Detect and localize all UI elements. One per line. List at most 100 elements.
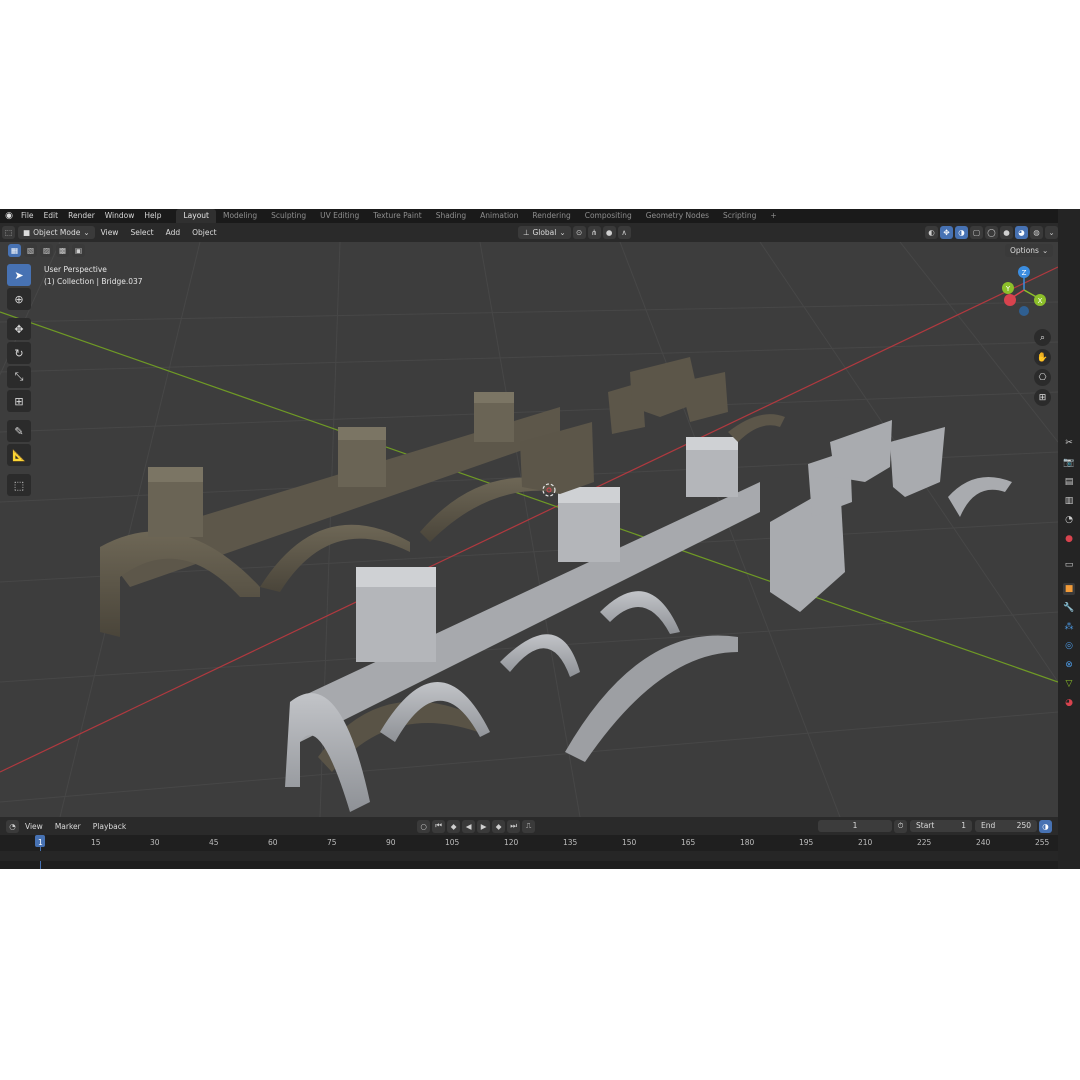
start-label: Start — [916, 821, 935, 830]
select-new-icon[interactable]: ▦ — [8, 244, 21, 257]
prev-keyframe-icon[interactable]: ◆ — [447, 819, 461, 833]
constraint-properties-icon[interactable]: ⊗ — [1063, 659, 1075, 671]
render-properties-icon[interactable]: 📷 — [1063, 457, 1075, 469]
zoom-icon[interactable]: ⌕ — [1034, 329, 1051, 346]
tab-texture-paint[interactable]: Texture Paint — [366, 209, 428, 223]
wireframe-shading-icon[interactable]: ◯ — [985, 226, 998, 239]
timeline-menu-view[interactable]: View — [19, 820, 49, 833]
rendered-shading-icon[interactable]: ◍ — [1030, 226, 1043, 239]
menu-add[interactable]: Add — [160, 226, 187, 239]
menu-help[interactable]: Help — [139, 209, 166, 223]
shading-options-icon[interactable]: ⌄ — [1045, 226, 1058, 239]
menu-select[interactable]: Select — [124, 226, 159, 239]
jump-end-icon[interactable]: ⏭ — [507, 819, 521, 833]
pan-hand-icon[interactable]: ✋ — [1034, 349, 1051, 366]
menu-file[interactable]: File — [16, 209, 39, 223]
menu-edit[interactable]: Edit — [39, 209, 64, 223]
transform-icon[interactable]: ⊞ — [7, 390, 31, 412]
tab-uv-editing[interactable]: UV Editing — [313, 209, 366, 223]
select-box-icon[interactable]: ➤ — [7, 264, 31, 286]
ortho-grid-icon[interactable]: ⊞ — [1034, 389, 1051, 406]
gizmo-toggle-icon[interactable]: ✥ — [940, 226, 953, 239]
menu-render[interactable]: Render — [63, 209, 100, 223]
tab-sculpting[interactable]: Sculpting — [264, 209, 313, 223]
play-reverse-icon[interactable]: ◀ — [462, 819, 476, 833]
keying-icon[interactable]: ⎍ — [522, 819, 536, 833]
menu-object[interactable]: Object — [186, 226, 222, 239]
world-properties-icon[interactable]: ● — [1063, 533, 1075, 545]
chevron-down-icon: ⌄ — [559, 228, 566, 237]
blender-logo-icon[interactable]: ◉ — [2, 209, 16, 223]
tab-animation[interactable]: Animation — [473, 209, 525, 223]
visibility-icon[interactable]: ◐ — [925, 226, 938, 239]
scale-icon[interactable]: ⤡ — [7, 366, 31, 388]
jump-start-icon[interactable]: ⏮ — [432, 819, 446, 833]
tab-rendering[interactable]: Rendering — [525, 209, 577, 223]
timeline-track — [0, 851, 1058, 861]
modifier-properties-icon[interactable]: 🔧 — [1063, 602, 1075, 614]
camera-view-icon[interactable]: ⎔ — [1034, 369, 1051, 386]
3d-viewport[interactable]: Z Y X User Perspective (1) Collection | … — [0, 242, 1058, 817]
record-icon[interactable]: ○ — [417, 819, 431, 833]
particle-properties-icon[interactable]: ⁂ — [1063, 621, 1075, 633]
falloff-icon[interactable]: ∧ — [617, 226, 631, 239]
timeline-editor-icon[interactable]: ◔ — [6, 819, 19, 833]
navigation-gizmo[interactable]: Z Y X — [1002, 266, 1046, 316]
play-icon[interactable]: ▶ — [477, 819, 491, 833]
scene-properties-icon[interactable]: ◔ — [1063, 514, 1075, 526]
collection-properties-icon[interactable]: ▭ — [1063, 559, 1075, 571]
add-workspace-button[interactable]: + — [763, 209, 783, 223]
frame-tick-label: 30 — [150, 838, 160, 847]
material-properties-icon[interactable]: ◕ — [1063, 697, 1075, 709]
measure-icon[interactable]: 📐 — [7, 444, 31, 466]
select-intersect-icon[interactable]: ▣ — [72, 244, 85, 257]
select-extend-icon[interactable]: ▧ — [24, 244, 37, 257]
end-frame-field[interactable]: End 250 — [975, 820, 1037, 832]
physics-properties-icon[interactable]: ◎ — [1063, 640, 1075, 652]
pivot-icon[interactable]: ⊙ — [572, 226, 586, 239]
rotate-icon[interactable]: ↻ — [7, 342, 31, 364]
cursor-icon[interactable]: ⊕ — [7, 288, 31, 310]
frame-tick-label: 195 — [799, 838, 814, 847]
tab-shading[interactable]: Shading — [429, 209, 473, 223]
annotate-icon[interactable]: ✎ — [7, 420, 31, 442]
overlay-toggle-icon[interactable]: ◑ — [955, 226, 968, 239]
proportional-edit-icon[interactable]: ● — [602, 226, 616, 239]
move-icon[interactable]: ✥ — [7, 318, 31, 340]
menu-view[interactable]: View — [95, 226, 125, 239]
data-properties-icon[interactable]: ▽ — [1063, 678, 1075, 690]
timeline-menu-playback[interactable]: Playback — [87, 820, 132, 833]
tool-properties-icon[interactable]: ✂ — [1063, 437, 1075, 449]
timeline-overlay-icon[interactable]: ◑ — [1039, 819, 1052, 833]
timeline-area[interactable]: 1 15 30 45 60 75 90 105 120 135 150 165 180 195 210 225… — [0, 835, 1058, 869]
current-frame-field[interactable]: 1 — [818, 820, 892, 832]
bridge-pieces — [770, 420, 1012, 612]
output-properties-icon[interactable]: ▤ — [1063, 476, 1075, 488]
current-frame-value: 1 — [852, 821, 858, 830]
view-layer-icon[interactable]: ▥ — [1063, 495, 1075, 507]
menu-window[interactable]: Window — [100, 209, 140, 223]
tab-geometry-nodes[interactable]: Geometry Nodes — [639, 209, 716, 223]
add-cube-icon[interactable]: ⬚ — [7, 474, 31, 496]
xray-icon[interactable]: ▢ — [970, 226, 983, 239]
tab-layout[interactable]: Layout — [176, 209, 216, 223]
gizmo-y-label: Y — [1005, 285, 1011, 293]
timeline-menu-marker[interactable]: Marker — [49, 820, 87, 833]
start-frame-field[interactable]: Start 1 — [910, 820, 972, 832]
options-dropdown[interactable]: Options ⌄ — [1005, 244, 1054, 257]
select-invert-icon[interactable]: ▩ — [56, 244, 69, 257]
tab-modeling[interactable]: Modeling — [216, 209, 264, 223]
mode-dropdown[interactable]: ■ Object Mode ⌄ — [18, 226, 95, 239]
object-properties-icon[interactable]: ■ — [1063, 583, 1075, 595]
tab-scripting[interactable]: Scripting — [716, 209, 763, 223]
tab-compositing[interactable]: Compositing — [578, 209, 639, 223]
select-subtract-icon[interactable]: ▨ — [40, 244, 53, 257]
solid-shading-icon[interactable]: ● — [1000, 226, 1013, 239]
material-shading-icon[interactable]: ◕ — [1015, 226, 1028, 239]
orientation-dropdown[interactable]: ⊥ Global ⌄ — [517, 226, 571, 239]
editor-type-icon[interactable]: ⬚ — [2, 226, 15, 239]
stopwatch-icon[interactable]: ⏱ — [894, 819, 907, 833]
next-keyframe-icon[interactable]: ◆ — [492, 819, 506, 833]
frame-tick-label: 240 — [976, 838, 991, 847]
snap-icon[interactable]: ⋔ — [587, 226, 601, 239]
